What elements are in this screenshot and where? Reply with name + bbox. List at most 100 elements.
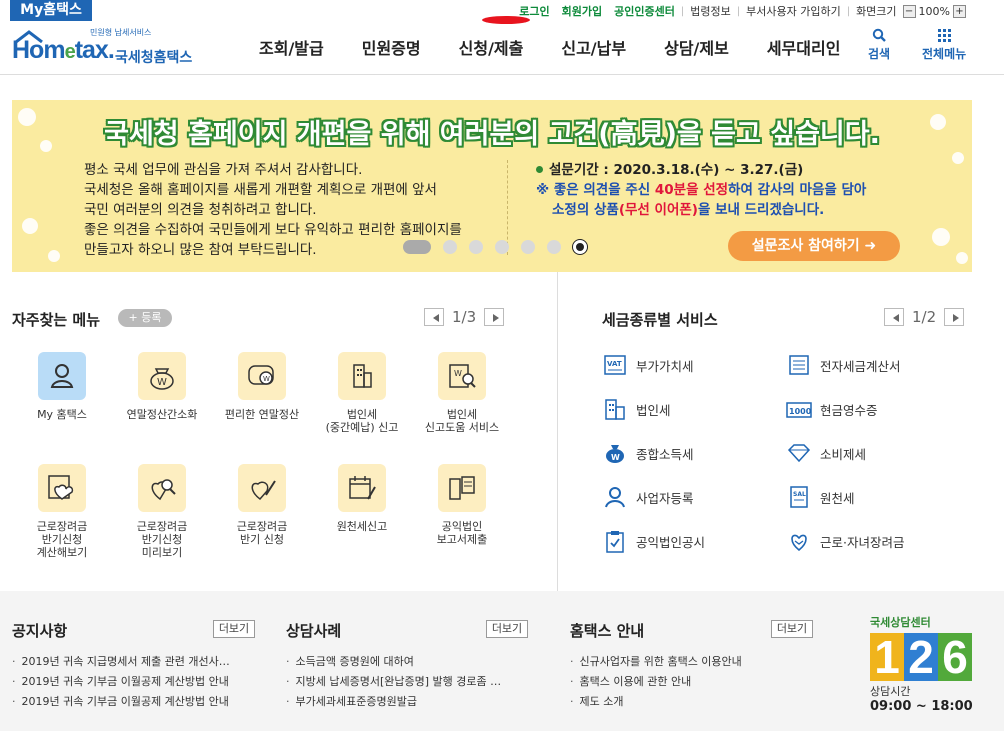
favorites-register-button[interactable]: + 등록 — [118, 309, 172, 327]
dept-user-signup-link[interactable]: 부서사용자 가입하기 — [746, 3, 841, 19]
heart-search-icon — [151, 479, 176, 501]
main-nav: 조회/발급 민원증명 신청/제출 신고/납부 상담/제보 세무대리인 — [240, 22, 859, 75]
panel-divider — [557, 272, 558, 592]
nav-inquiry[interactable]: 조회/발급 — [240, 22, 343, 75]
fav-convenient-year-end[interactable]: W 편리한 연말정산 — [212, 352, 312, 421]
call-center-number: 1 2 6 — [870, 633, 990, 681]
list-item[interactable]: 지방세 납세증명서[완납증명] 발행 경로좀 … — [286, 672, 502, 692]
tax-business-registration[interactable]: 사업자등록 — [602, 484, 694, 510]
search-button[interactable]: 검색 — [868, 28, 890, 62]
favorites-page: 1/3 — [452, 308, 477, 326]
list-item[interactable]: 제도 소개 — [570, 692, 742, 712]
my-hometax-tab[interactable]: My홈택스 — [10, 0, 92, 21]
favorites-title: 자주찾는 메뉴 — [12, 311, 101, 329]
fav-eitc-calc[interactable]: 근로장려금 반기신청 계산해보기 — [12, 464, 112, 559]
list-item[interactable]: 2019년 귀속 기부금 이월공제 계산방법 안내 — [12, 692, 230, 712]
money-bag-icon: W — [606, 445, 624, 463]
cases-more-button[interactable]: 더보기 — [486, 620, 528, 638]
building-icon — [605, 399, 625, 420]
main-header: 민원형 납세서비스 Hometax. 국세청홈택스 조회/발급 민원증명 신청/… — [0, 22, 1004, 75]
tax-vat[interactable]: VAT 부가가치세 — [602, 352, 694, 378]
tax-corporate[interactable]: 법인세 — [602, 396, 671, 422]
signup-link[interactable]: 회원가입 — [562, 3, 602, 19]
tax-income[interactable]: W 종합소득세 — [602, 440, 694, 466]
money-bag-icon: W — [150, 368, 174, 390]
grid-menu-icon — [938, 29, 952, 42]
login-link[interactable]: 로그인 — [519, 3, 549, 19]
heart-calculator-icon — [48, 475, 74, 500]
tax-services-title: 세금종류별 서비스 — [602, 311, 718, 329]
tax-e-invoice[interactable]: 전자세금계산서 — [786, 352, 901, 378]
list-item[interactable]: 2019년 귀속 지급명세서 제출 관련 개선사… — [12, 652, 230, 672]
separator: | — [736, 5, 741, 17]
nav-filing[interactable]: 신고/납부 — [542, 22, 645, 75]
survey-period: 설문기간 : 2020.3.18.(수) ~ 3.27.(금) — [549, 162, 804, 178]
list-item[interactable]: 신규사업자를 위한 홈택스 이용안내 — [570, 652, 742, 672]
building-document-icon — [449, 476, 475, 500]
fav-withholding-filing[interactable]: 원천세신고 — [312, 464, 412, 533]
tax-services-next-button[interactable] — [944, 308, 965, 326]
list-item[interactable]: 부가세과세표준증명원발급 — [286, 692, 501, 712]
all-menu-button[interactable]: 전체메뉴 — [922, 28, 966, 62]
guide-title: 홈택스 안내 — [570, 622, 645, 640]
invoice-icon — [789, 355, 809, 375]
list-item[interactable]: 2019년 귀속 기부금 이월공제 계산방법 안내 — [12, 672, 230, 692]
banner-dot[interactable] — [547, 240, 561, 254]
calendar-pen-icon — [349, 476, 376, 500]
guide-more-button[interactable]: 더보기 — [771, 620, 813, 638]
tax-services-prev-button[interactable] — [884, 308, 904, 326]
zoom-in-button[interactable]: + — [953, 4, 966, 18]
building-icon — [353, 364, 372, 388]
tax-earned-child-credit[interactable]: 근로·자녀장려금 — [786, 528, 904, 554]
top-bar: My홈택스 로그인 회원가입 공인인증센터 | 법령정보 | 부서사용자 가입하… — [0, 0, 1004, 24]
favorites-next-button[interactable] — [484, 308, 505, 326]
banner-dot[interactable] — [495, 240, 509, 254]
favorites-prev-button[interactable] — [424, 308, 444, 326]
nav-tax-agent[interactable]: 세무대리인 — [748, 22, 860, 75]
survey-participate-button[interactable]: 설문조사 참여하기 ➜ — [728, 231, 900, 261]
survey-banner[interactable]: 국세청 홈페이지 개편을 위해 여러분의 고견(高見)을 듣고 싶습니다. 평소… — [12, 100, 972, 272]
svg-text:SAL: SAL — [793, 491, 806, 498]
person-icon — [50, 364, 74, 388]
fav-corporate-tax-interim[interactable]: 법인세 (중간예납) 신고 — [312, 352, 412, 434]
tax-call-center[interactable]: 국세상담센터 1 2 6 상담시간 09:00 ~ 18:00 — [870, 614, 990, 724]
person-icon — [605, 487, 625, 508]
top-links: 로그인 회원가입 공인인증센터 | 법령정보 | 부서사용자 가입하기 | 화면… — [513, 2, 968, 20]
tax-consumption[interactable]: 소비제세 — [786, 440, 866, 466]
notice-more-button[interactable]: 더보기 — [213, 620, 255, 638]
banner-dot[interactable] — [521, 240, 535, 254]
banner-dot[interactable] — [443, 240, 457, 254]
fav-eitc-preview[interactable]: 근로장려금 반기신청 미리보기 — [112, 464, 212, 559]
fav-public-corp-report[interactable]: 공익법인 보고서제출 — [412, 464, 512, 546]
nav-certificate[interactable]: 민원증명 — [343, 22, 440, 75]
fav-year-end-simplified[interactable]: W 연말정산간소화 — [112, 352, 212, 421]
zoom-out-button[interactable]: − — [902, 4, 916, 18]
diamond-icon — [787, 444, 811, 463]
svg-text:W: W — [157, 377, 167, 388]
cert-center-link[interactable]: 공인인증센터 — [614, 3, 675, 19]
svg-text:VAT: VAT — [607, 360, 622, 368]
search-label: 검색 — [868, 47, 891, 61]
banner-stop-button[interactable] — [573, 240, 587, 254]
fav-my-hometax[interactable]: My 홈택스 — [12, 352, 112, 421]
banner-dot[interactable] — [469, 240, 483, 254]
nav-application[interactable]: 신청/제출 — [440, 22, 543, 75]
law-info-link[interactable]: 법령정보 — [690, 3, 730, 19]
salary-doc-icon: SAL — [790, 486, 808, 508]
tax-cash-receipt[interactable]: 1000 현금영수증 — [786, 396, 878, 422]
notice-list: 2019년 귀속 지급명세서 제출 관련 개선사… 2019년 귀속 기부금 이… — [12, 652, 230, 712]
list-item[interactable]: 홈택스 이용에 관한 안내 — [570, 672, 742, 692]
fav-corporate-tax-help[interactable]: W 법인세 신고도움 서비스 — [412, 352, 512, 434]
tax-withholding[interactable]: SAL 원천세 — [786, 484, 855, 510]
hometax-logo[interactable]: 민원형 납세서비스 Hometax. 국세청홈택스 — [12, 27, 197, 71]
tax-public-corp-disclosure[interactable]: 공익법인공시 — [602, 528, 705, 554]
guide-list: 신규사업자를 위한 홈택스 이용안내 홈택스 이용에 관한 안내 제도 소개 — [570, 652, 742, 712]
banner-title: 국세청 홈페이지 개편을 위해 여러분의 고견(高見)을 듣고 싶습니다. — [104, 119, 880, 150]
banner-pagination — [403, 240, 599, 254]
nav-consult[interactable]: 상담/제보 — [645, 22, 748, 75]
svg-text:W: W — [454, 369, 462, 378]
call-center-hours-label: 상담시간 — [870, 685, 911, 698]
fav-eitc-apply[interactable]: 근로장려금 반기 신청 — [212, 464, 312, 546]
banner-dot-active[interactable] — [403, 240, 431, 254]
list-item[interactable]: 소득금액 증명원에 대하여 — [286, 652, 501, 672]
